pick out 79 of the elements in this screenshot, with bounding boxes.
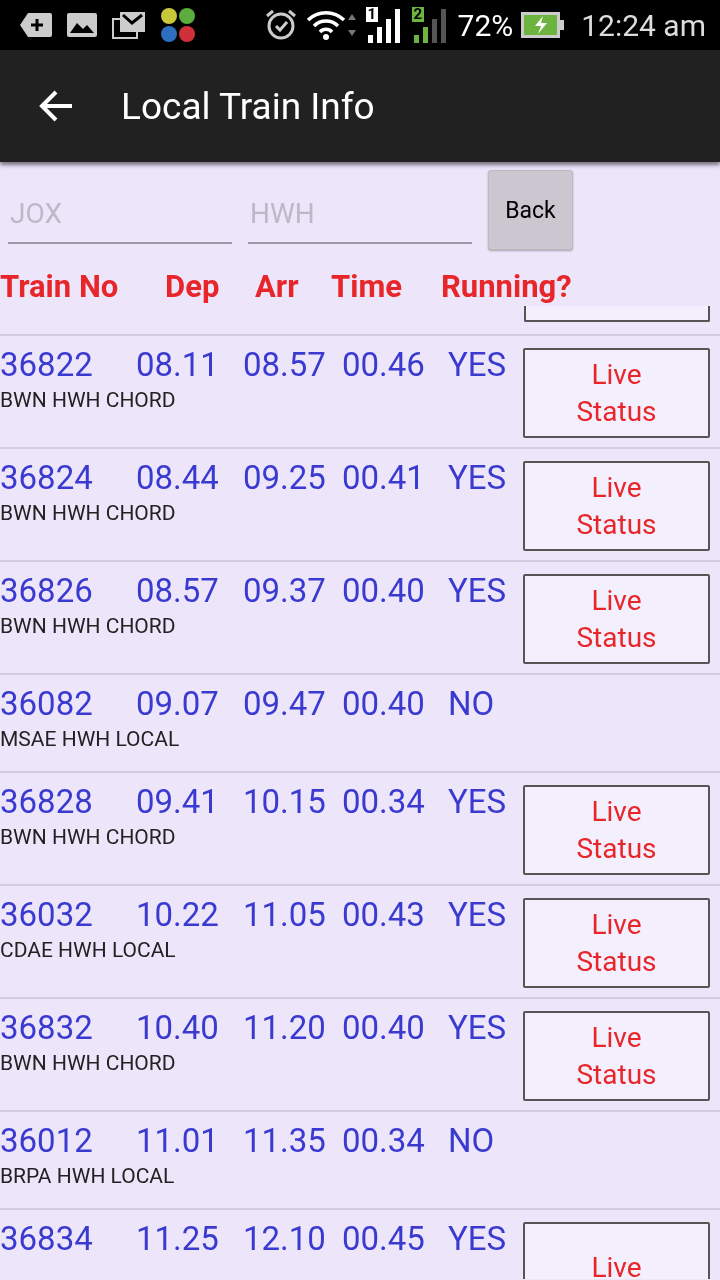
departure-time: 10.22 [136, 894, 219, 934]
train-name: CDAE HWH LOCAL [0, 938, 177, 962]
arrival-time: 08.57 [243, 344, 326, 384]
add-notification-icon [20, 12, 52, 38]
travel-time: 00.41 [342, 457, 425, 497]
arrival-time: 12.10 [243, 1218, 326, 1258]
train-number: 36012 [0, 1120, 93, 1160]
travel-time: 00.43 [342, 894, 425, 934]
departure-time: 08.11 [136, 344, 219, 384]
train-number: 36828 [0, 781, 93, 821]
column-header: Arr [255, 267, 299, 305]
battery-percent: 72% [457, 7, 514, 43]
departure-time: 10.40 [136, 1007, 219, 1047]
app-icon [160, 7, 196, 43]
column-header: Running? [441, 267, 572, 305]
arrival-time: 11.05 [243, 894, 326, 934]
column-header: Dep [165, 267, 220, 305]
running-status: YES [448, 344, 507, 384]
live-status-button[interactable]: Live Status [523, 348, 710, 438]
mail-stack-icon [112, 11, 146, 39]
travel-time: 00.34 [342, 1120, 425, 1160]
running-status: YES [448, 781, 507, 821]
arrival-time: 09.37 [243, 570, 326, 610]
running-status: YES [448, 894, 507, 934]
live-status-button[interactable]: Live [523, 1222, 710, 1279]
train-name: BRPA HWH LOCAL [0, 1164, 176, 1188]
train-number: 36832 [0, 1007, 93, 1047]
running-status: NO [448, 1120, 495, 1160]
departure-time: 09.07 [136, 683, 219, 723]
arrival-time: 11.20 [243, 1007, 326, 1047]
back-button[interactable]: Back [488, 170, 573, 250]
arrival-time: 10.15 [243, 781, 326, 821]
travel-time: 00.40 [342, 570, 425, 610]
column-header: Train No [0, 267, 119, 305]
running-status: YES [448, 1007, 507, 1047]
departure-time: 11.01 [136, 1120, 219, 1160]
live-status-button[interactable]: Live Status [523, 785, 710, 875]
arrival-time: 09.47 [243, 683, 326, 723]
image-icon [66, 12, 98, 38]
train-number: 36834 [0, 1218, 93, 1258]
departure-time: 09.41 [136, 781, 219, 821]
column-header: Time [331, 267, 402, 305]
wifi-icon [305, 10, 358, 40]
train-number: 36032 [0, 894, 93, 934]
train-name: BWN HWH CHORD [0, 388, 177, 412]
travel-time: 00.34 [342, 781, 425, 821]
train-name: BWN HWH CHORD [0, 825, 177, 849]
train-number: 36082 [0, 683, 93, 723]
live-status-button[interactable]: Live Status [523, 461, 710, 551]
sim-number: 2 [411, 7, 425, 22]
running-status: YES [448, 1218, 507, 1258]
arrival-time: 09.25 [243, 457, 326, 497]
train-name: BWN HWH CHORD [0, 1051, 177, 1075]
live-status-button[interactable]: Live Status [523, 898, 710, 988]
back-arrow-icon[interactable] [38, 88, 74, 124]
clock: 12:24 am [581, 7, 706, 43]
live-status-button[interactable]: Live Status [523, 1011, 710, 1101]
arrival-time: 11.35 [243, 1120, 326, 1160]
travel-time: 00.45 [342, 1218, 425, 1258]
battery-charging-icon [521, 12, 566, 38]
departure-time: 08.57 [136, 570, 219, 610]
departure-time: 11.25 [136, 1218, 219, 1258]
train-name: BWN HWH CHORD [0, 501, 177, 525]
train-name: BWN HWH CHORD [0, 614, 177, 638]
live-status-button[interactable]: Live Status [523, 574, 710, 664]
departure-time: 08.44 [136, 457, 219, 497]
sim-number: 1 [365, 7, 379, 22]
train-number: 36826 [0, 570, 93, 610]
running-status: NO [448, 683, 495, 723]
train-number: 36822 [0, 344, 93, 384]
alarm-icon [263, 8, 298, 42]
travel-time: 00.40 [342, 1007, 425, 1047]
running-status: YES [448, 570, 507, 610]
travel-time: 00.40 [342, 683, 425, 723]
app-title: Local Train Info [121, 84, 375, 128]
travel-time: 00.46 [342, 344, 425, 384]
running-status: YES [448, 457, 507, 497]
train-number: 36824 [0, 457, 93, 497]
train-name: MSAE HWH LOCAL [0, 727, 181, 751]
